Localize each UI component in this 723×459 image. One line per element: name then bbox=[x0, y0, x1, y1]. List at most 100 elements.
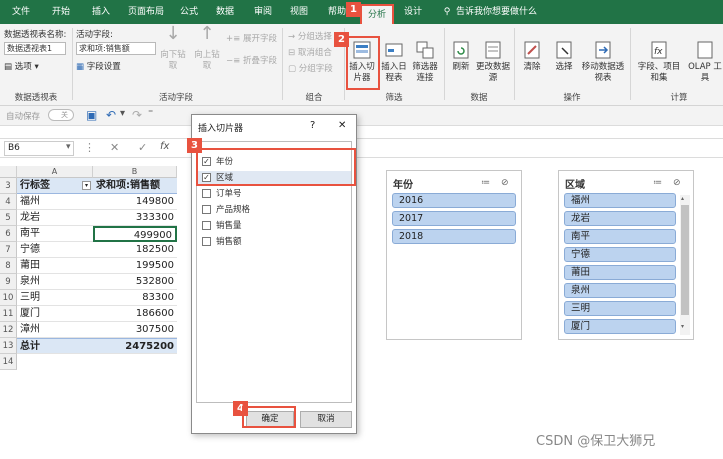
cancel-entry-icon[interactable]: ✕ bbox=[110, 141, 119, 154]
pivot-name-input[interactable]: 数据透视表1 bbox=[4, 42, 66, 55]
filter-connections-button[interactable]: 筛选器连接 bbox=[410, 40, 440, 84]
filter-dropdown-icon[interactable]: ▾ bbox=[82, 181, 91, 190]
select-button[interactable]: 选择 bbox=[550, 40, 578, 73]
change-source-button[interactable]: 更改数据源 bbox=[476, 40, 510, 84]
value-cell[interactable]: 199500 bbox=[93, 258, 177, 274]
row-header[interactable]: 12 bbox=[0, 322, 17, 338]
row-header[interactable]: 6 bbox=[0, 226, 17, 242]
drill-down-button[interactable]: ↓ 向下钻取 bbox=[158, 25, 188, 72]
row-header[interactable]: 13 bbox=[0, 338, 17, 354]
close-icon[interactable]: ✕ bbox=[338, 120, 346, 131]
field-checkbox[interactable] bbox=[202, 205, 211, 214]
city-cell[interactable]: 厦门 bbox=[17, 306, 93, 322]
row-header[interactable]: 9 bbox=[0, 274, 17, 290]
city-cell[interactable]: 漳州 bbox=[17, 322, 93, 338]
column-header-b[interactable]: B bbox=[93, 166, 177, 178]
field-settings-button[interactable]: ▦ 字段设置 bbox=[76, 60, 121, 72]
tab-view[interactable]: 视图 bbox=[284, 0, 314, 24]
slicer-item[interactable]: 龙岩 bbox=[564, 211, 676, 226]
scroll-down-icon[interactable]: ▾ bbox=[681, 323, 684, 330]
group-field-button[interactable]: ▢ 分组字段 bbox=[288, 62, 333, 74]
scroll-up-icon[interactable]: ▴ bbox=[681, 195, 684, 202]
collapse-field-button[interactable]: −≡ 折叠字段 bbox=[226, 54, 277, 66]
tab-page-layout[interactable]: 页面布局 bbox=[122, 0, 170, 24]
city-cell[interactable]: 南平 bbox=[17, 226, 93, 242]
tab-review[interactable]: 审阅 bbox=[248, 0, 278, 24]
tab-formulas[interactable]: 公式 bbox=[174, 0, 204, 24]
tab-design[interactable]: 设计 bbox=[398, 0, 428, 24]
autosave-toggle[interactable]: 关 bbox=[48, 109, 74, 121]
tab-file[interactable]: 文件 bbox=[4, 0, 38, 24]
expand-field-button[interactable]: +≡ 展开字段 bbox=[226, 32, 277, 44]
slicer-item[interactable]: 宁德 bbox=[564, 247, 676, 262]
row-header[interactable]: 4 bbox=[0, 194, 17, 210]
slicer-item[interactable]: 莆田 bbox=[564, 265, 676, 280]
slicer-item[interactable]: 2018 bbox=[392, 229, 516, 244]
move-pivot-button[interactable]: 移动数据透视表 bbox=[580, 40, 626, 84]
redo-icon[interactable]: ↷ bbox=[132, 108, 142, 122]
clear-button[interactable]: 清除 bbox=[518, 40, 546, 73]
insert-timeline-button[interactable]: 插入日程表 bbox=[380, 40, 408, 84]
total-value[interactable]: 2475200 bbox=[93, 338, 177, 354]
slicer-year[interactable]: 年份 ≔ ⊘ 2016 2017 2018 bbox=[386, 170, 522, 340]
scrollbar[interactable]: ▴ ▾ bbox=[680, 195, 690, 335]
clear-filter-icon[interactable]: ⊘ bbox=[673, 178, 681, 188]
row-header[interactable]: 10 bbox=[0, 290, 17, 306]
name-box-dropdown-icon[interactable]: ▾ bbox=[66, 142, 71, 152]
slicer-item[interactable]: 南平 bbox=[564, 229, 676, 244]
search-icon[interactable]: ⚲ bbox=[440, 0, 454, 24]
row-header[interactable]: 11 bbox=[0, 306, 17, 322]
undo-icon[interactable]: ↶ bbox=[106, 108, 116, 122]
undo-dropdown-icon[interactable]: ▾ bbox=[120, 108, 125, 119]
multi-select-icon[interactable]: ≔ bbox=[653, 178, 662, 188]
selected-value-cell[interactable]: 499900 bbox=[93, 226, 177, 242]
slicer-region[interactable]: 区域 ≔ ⊘ 福州 龙岩 南平 宁德 莆田 泉州 三明 厦门 ▴ ▾ bbox=[558, 170, 694, 340]
slicer-item[interactable]: 2017 bbox=[392, 211, 516, 226]
refresh-button[interactable]: 刷新 bbox=[448, 40, 474, 73]
confirm-entry-icon[interactable]: ✓ bbox=[138, 141, 147, 154]
tab-home[interactable]: 开始 bbox=[44, 0, 78, 24]
city-cell[interactable]: 三明 bbox=[17, 290, 93, 306]
field-checkbox[interactable] bbox=[202, 221, 211, 230]
group-selection-button[interactable]: → 分组选择 bbox=[288, 30, 332, 42]
fields-items-button[interactable]: fx 字段、项目和集 bbox=[634, 40, 684, 84]
sum-header[interactable]: 求和项:销售额 bbox=[93, 178, 177, 194]
row-header[interactable]: 8 bbox=[0, 258, 17, 274]
field-checkbox[interactable] bbox=[202, 189, 211, 198]
value-cell[interactable]: 186600 bbox=[93, 306, 177, 322]
row-labels-header[interactable]: 行标签 ▾ bbox=[17, 178, 93, 194]
name-box[interactable]: B6 bbox=[4, 141, 74, 156]
function-icon[interactable]: fx bbox=[160, 141, 169, 152]
multi-select-icon[interactable]: ≔ bbox=[481, 178, 490, 188]
drill-up-button[interactable]: ↑ 向上钻取 bbox=[192, 25, 222, 72]
slicer-item[interactable]: 2016 bbox=[392, 193, 516, 208]
slicer-item[interactable]: 厦门 bbox=[564, 319, 676, 334]
options-button[interactable]: ▤ 选项 ▾ bbox=[4, 60, 39, 72]
slicer-item[interactable]: 三明 bbox=[564, 301, 676, 316]
customize-qab-icon[interactable]: ⁼ bbox=[148, 108, 153, 119]
help-button[interactable]: ? bbox=[310, 120, 315, 131]
value-cell[interactable]: 182500 bbox=[93, 242, 177, 258]
city-cell[interactable]: 宁德 bbox=[17, 242, 93, 258]
clear-filter-icon[interactable]: ⊘ bbox=[501, 178, 509, 188]
value-cell[interactable]: 83300 bbox=[93, 290, 177, 306]
active-field-input[interactable]: 求和项:销售额 bbox=[76, 42, 156, 55]
row-header[interactable]: 3 bbox=[0, 178, 17, 194]
total-label[interactable]: 总计 bbox=[17, 338, 93, 354]
slicer-item[interactable]: 泉州 bbox=[564, 283, 676, 298]
tab-analyze[interactable]: 分析 bbox=[360, 4, 394, 26]
tab-insert[interactable]: 插入 bbox=[84, 0, 118, 24]
field-checkbox[interactable] bbox=[202, 237, 211, 246]
city-cell[interactable]: 莆田 bbox=[17, 258, 93, 274]
ungroup-button[interactable]: ⊟ 取消组合 bbox=[288, 46, 332, 58]
row-header[interactable]: 14 bbox=[0, 354, 17, 370]
column-header-a[interactable]: A bbox=[17, 166, 93, 178]
city-cell[interactable]: 龙岩 bbox=[17, 210, 93, 226]
save-icon[interactable]: ▣ bbox=[86, 108, 97, 122]
value-cell[interactable]: 532800 bbox=[93, 274, 177, 290]
row-header[interactable]: 7 bbox=[0, 242, 17, 258]
olap-tools-button[interactable]: OLAP 工具 bbox=[688, 40, 722, 84]
value-cell[interactable]: 149800 bbox=[93, 194, 177, 210]
tell-me-box[interactable]: 告诉我你想要做什么 bbox=[456, 0, 556, 24]
scrollbar-thumb[interactable] bbox=[681, 205, 689, 315]
